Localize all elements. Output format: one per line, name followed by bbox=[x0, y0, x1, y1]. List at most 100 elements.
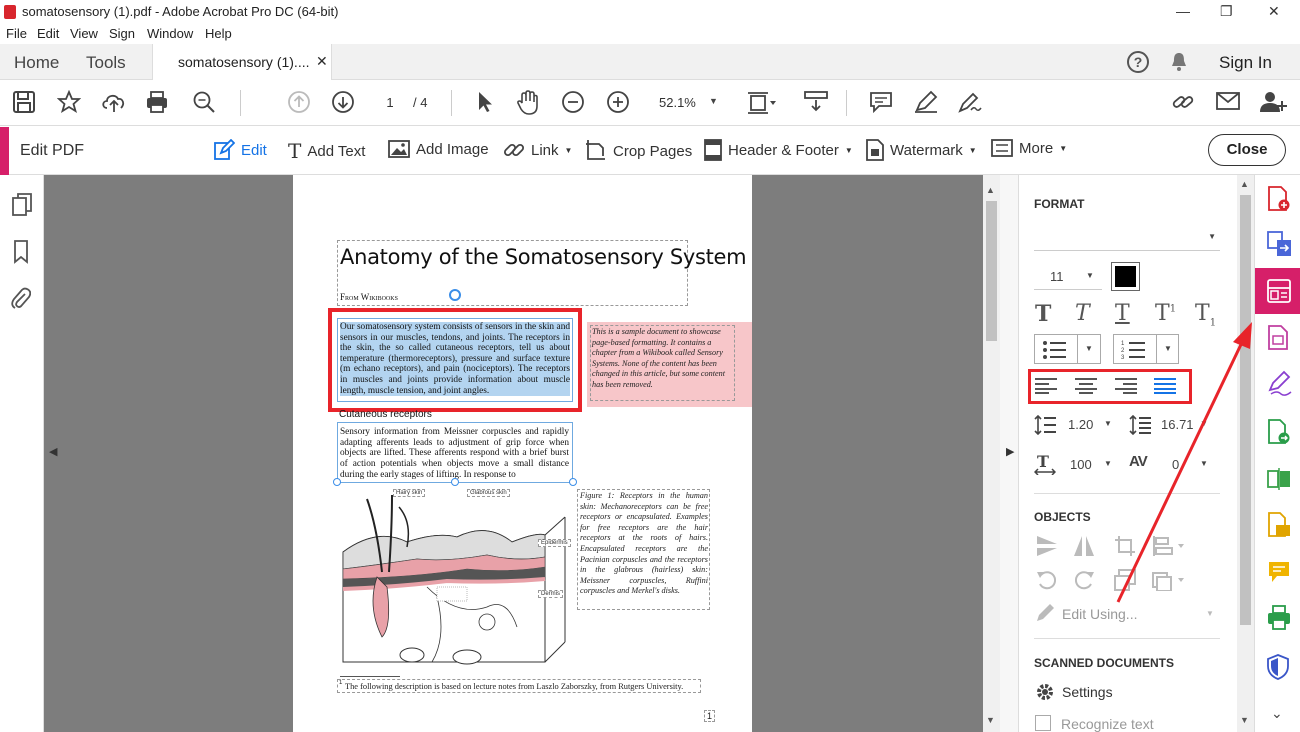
expand-panel-arrow-icon[interactable]: ▶ bbox=[1006, 445, 1014, 458]
scroll-up-arrow-icon[interactable]: ▲ bbox=[986, 185, 995, 195]
add-image-button[interactable]: Add Image bbox=[388, 139, 489, 159]
page-thumbnails-icon[interactable] bbox=[11, 193, 33, 217]
watermark-button[interactable]: Watermark ▼ bbox=[866, 139, 977, 161]
edit-tool-button[interactable]: Edit bbox=[213, 139, 267, 161]
horizontal-scale-select[interactable]: 100 bbox=[1070, 457, 1092, 472]
page-down-icon[interactable] bbox=[331, 90, 355, 114]
tab-document[interactable]: somatosensory (1).... ✕ bbox=[152, 44, 332, 81]
close-edit-button[interactable]: Close bbox=[1208, 134, 1286, 166]
document-scrollbar[interactable]: ▲ ▼ bbox=[983, 175, 1000, 732]
menu-sign[interactable]: Sign bbox=[109, 26, 135, 41]
paragraph-2-box[interactable]: Sensory information from Meissner corpus… bbox=[337, 422, 573, 483]
zoom-search-icon[interactable] bbox=[192, 90, 216, 114]
document-scroll-thumb[interactable] bbox=[986, 201, 997, 341]
bullet-list-button[interactable]: ▼ bbox=[1034, 334, 1101, 364]
document-title[interactable]: Anatomy of the Somatosensory System bbox=[340, 245, 747, 269]
menu-help[interactable]: Help bbox=[205, 26, 232, 41]
print-production-icon[interactable] bbox=[1267, 605, 1291, 631]
scroll-down-arrow-icon[interactable]: ▼ bbox=[986, 715, 995, 725]
sign-icon[interactable] bbox=[957, 90, 983, 114]
save-icon[interactable] bbox=[12, 90, 36, 114]
settings-link[interactable]: Settings bbox=[1062, 684, 1113, 700]
menu-file[interactable]: File bbox=[6, 26, 27, 41]
panel-scroll-down-icon[interactable]: ▼ bbox=[1240, 715, 1249, 725]
panel-scroll-up-icon[interactable]: ▲ bbox=[1240, 179, 1249, 189]
add-text-button[interactable]: T Add Text bbox=[288, 139, 365, 163]
paragraph-2[interactable]: Sensory information from Meissner corpus… bbox=[340, 427, 569, 481]
crop-pages-button[interactable]: Crop Pages bbox=[585, 139, 692, 163]
section-heading[interactable]: Cutaneous receptors bbox=[339, 409, 432, 420]
select-cursor-icon[interactable] bbox=[476, 90, 494, 114]
resize-handle[interactable] bbox=[333, 478, 341, 486]
menu-edit[interactable]: Edit bbox=[37, 26, 59, 41]
rotation-handle[interactable] bbox=[449, 289, 461, 301]
menu-window[interactable]: Window bbox=[147, 26, 193, 41]
sign-in-link[interactable]: Sign In bbox=[1219, 53, 1272, 73]
export-pdf-icon[interactable] bbox=[1267, 231, 1293, 257]
email-icon[interactable] bbox=[1215, 90, 1241, 112]
page-number-input[interactable]: 1 bbox=[380, 95, 400, 110]
close-window-icon[interactable]: ✕ bbox=[1268, 3, 1280, 20]
print-icon[interactable] bbox=[145, 90, 169, 114]
tab-tools[interactable]: Tools bbox=[86, 53, 126, 73]
footnote-text[interactable]: The following description is based on le… bbox=[345, 682, 683, 691]
send-for-review-icon[interactable] bbox=[1267, 419, 1291, 445]
close-tab-icon[interactable]: ✕ bbox=[316, 53, 328, 70]
zoom-out-icon[interactable] bbox=[561, 90, 585, 114]
highlight-pen-icon[interactable] bbox=[913, 90, 939, 114]
rotate-right-icon[interactable] bbox=[1073, 569, 1095, 591]
add-user-icon[interactable] bbox=[1259, 90, 1287, 114]
share-link-icon[interactable] bbox=[1170, 90, 1196, 114]
flip-horizontal-icon[interactable] bbox=[1073, 535, 1095, 557]
pdf-page[interactable]: Anatomy of the Somatosensory System From… bbox=[293, 175, 752, 732]
fill-sign-icon[interactable] bbox=[1267, 370, 1293, 396]
figure-caption[interactable]: Figure 1: Receptors in the human skin: M… bbox=[580, 491, 708, 597]
zoom-dropdown-icon[interactable]: ▼ bbox=[709, 96, 718, 106]
collapse-left-arrow-icon[interactable]: ◀ bbox=[49, 445, 57, 458]
line-spacing-select[interactable]: 1.20 bbox=[1068, 417, 1093, 432]
compare-files-icon[interactable] bbox=[1267, 467, 1291, 491]
edit-using-dropdown-icon[interactable]: ▼ bbox=[1206, 609, 1214, 618]
scroll-mode-icon[interactable] bbox=[803, 90, 829, 114]
edit-pdf-tool-selected[interactable] bbox=[1255, 268, 1300, 314]
bookmark-icon[interactable] bbox=[13, 240, 29, 264]
create-pdf-icon[interactable] bbox=[1267, 186, 1291, 212]
stamp-icon[interactable] bbox=[1267, 512, 1291, 538]
settings-gear-icon[interactable] bbox=[1035, 682, 1055, 702]
comment-tool-icon[interactable] bbox=[1267, 560, 1291, 584]
comment-icon[interactable] bbox=[869, 90, 893, 114]
star-icon[interactable] bbox=[57, 90, 81, 114]
font-size-select[interactable]: 11 bbox=[1050, 269, 1064, 284]
upload-cloud-icon[interactable] bbox=[101, 90, 127, 114]
page-layout-icon[interactable] bbox=[747, 90, 777, 116]
rotate-left-icon[interactable] bbox=[1036, 569, 1058, 591]
page-up-icon[interactable] bbox=[287, 90, 311, 114]
font-color-swatch[interactable] bbox=[1111, 262, 1140, 291]
line-spacing-icon[interactable] bbox=[1034, 415, 1056, 435]
bullet-dropdown-icon[interactable]: ▼ bbox=[1085, 344, 1093, 353]
hand-tool-icon[interactable] bbox=[516, 90, 540, 116]
horizontal-scale-icon[interactable]: T bbox=[1034, 453, 1056, 475]
resize-handle[interactable] bbox=[569, 478, 577, 486]
restore-icon[interactable]: ❐ bbox=[1220, 3, 1233, 20]
help-icon[interactable]: ? bbox=[1127, 51, 1149, 73]
skin-receptors-diagram[interactable] bbox=[337, 487, 567, 672]
link-button[interactable]: Link ▼ bbox=[503, 139, 572, 161]
tab-home[interactable]: Home bbox=[14, 53, 59, 73]
menu-view[interactable]: View bbox=[70, 26, 98, 41]
organize-pages-icon[interactable] bbox=[1267, 325, 1289, 351]
flip-vertical-icon[interactable] bbox=[1036, 535, 1058, 557]
font-family-select[interactable]: ▼ bbox=[1034, 225, 1220, 251]
minimize-icon[interactable]: — bbox=[1176, 3, 1190, 19]
zoom-in-icon[interactable] bbox=[606, 90, 630, 114]
font-size-dropdown-icon[interactable]: ▼ bbox=[1086, 271, 1094, 280]
recognize-text-checkbox[interactable] bbox=[1035, 715, 1051, 731]
italic-t-icon[interactable]: T bbox=[1075, 301, 1090, 326]
more-button[interactable]: More ▼ bbox=[991, 139, 1067, 157]
resize-handle[interactable] bbox=[451, 478, 459, 486]
bell-icon[interactable] bbox=[1170, 52, 1188, 72]
attachment-icon[interactable] bbox=[11, 287, 31, 311]
bold-t-icon[interactable]: T bbox=[1035, 301, 1051, 327]
zoom-level-select[interactable]: 52.1% bbox=[659, 95, 696, 110]
rail-more-chevron-icon[interactable]: ⌄ bbox=[1271, 705, 1283, 722]
